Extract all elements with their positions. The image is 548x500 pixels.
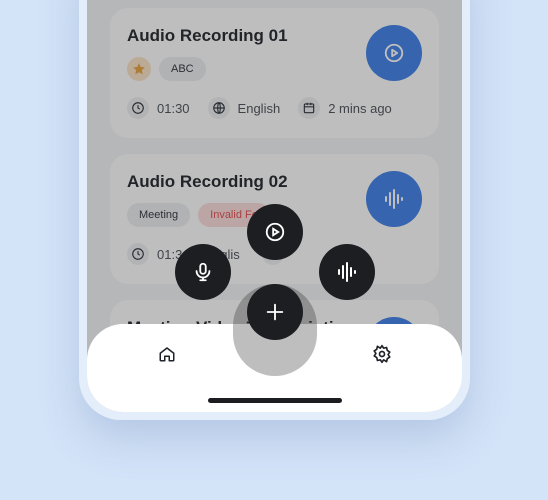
fab-record-button[interactable]	[175, 244, 231, 300]
settings-icon	[373, 344, 391, 364]
waveform-icon	[338, 262, 356, 282]
microphone-icon	[195, 262, 211, 282]
home-indicator	[208, 398, 342, 403]
home-icon	[159, 347, 175, 362]
fab-add-button[interactable]	[247, 284, 303, 340]
plus-icon	[266, 303, 284, 321]
nav-settings[interactable]	[370, 342, 394, 366]
nav-home[interactable]	[155, 342, 179, 366]
fab-play-button[interactable]	[247, 204, 303, 260]
play-icon	[265, 222, 285, 242]
fab-transcribe-button[interactable]	[319, 244, 375, 300]
